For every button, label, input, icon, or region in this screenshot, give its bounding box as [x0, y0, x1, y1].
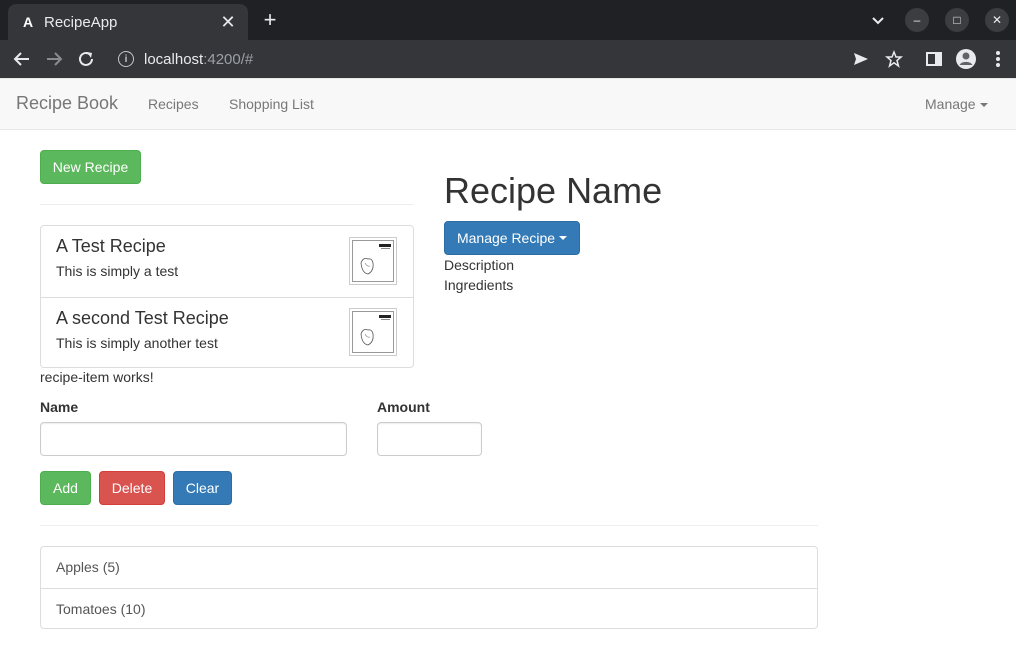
recipe-description: This is simply another test: [56, 335, 218, 351]
browser-toolbar: i localhost:4200/#: [0, 40, 1016, 78]
clear-button[interactable]: Clear: [173, 471, 232, 505]
recipe-image: [349, 237, 397, 285]
angular-favicon-icon: A: [22, 14, 34, 30]
send-icon[interactable]: [849, 47, 873, 71]
minimize-icon[interactable]: –: [905, 8, 929, 32]
nav-recipes[interactable]: Recipes: [148, 96, 199, 112]
add-button[interactable]: Add: [40, 471, 91, 505]
caret-down-icon: [979, 103, 988, 108]
shopping-list-item[interactable]: Tomatoes (10): [41, 588, 817, 629]
tab-search-icon[interactable]: [868, 10, 888, 30]
side-panel-icon[interactable]: [922, 47, 946, 71]
recipe-list: A Test Recipe This is simply a test A se…: [40, 225, 414, 368]
recipe-item-works-text: recipe-item works!: [40, 369, 154, 385]
name-input[interactable]: [40, 422, 347, 456]
brand-link[interactable]: Recipe Book: [16, 93, 118, 114]
address-bar[interactable]: i localhost:4200/#: [108, 44, 848, 74]
recipe-item[interactable]: A Test Recipe This is simply a test: [41, 226, 413, 296]
divider: [40, 204, 414, 205]
delete-button[interactable]: Delete: [99, 471, 165, 505]
site-info-icon[interactable]: i: [118, 51, 134, 67]
tab-title: RecipeApp: [44, 13, 118, 31]
recipe-item[interactable]: A second Test Recipe This is simply anot…: [41, 297, 413, 367]
url-text: localhost:4200/#: [144, 50, 254, 68]
manage-recipe-label: Manage Recipe: [456, 230, 556, 246]
shopping-list-item[interactable]: Apples (5): [41, 547, 817, 588]
new-recipe-button[interactable]: New Recipe: [40, 150, 141, 184]
manage-label: Manage: [925, 96, 976, 112]
more-menu-icon[interactable]: [986, 47, 1010, 71]
maximize-icon[interactable]: □: [945, 8, 969, 32]
name-label: Name: [40, 399, 79, 415]
recipe-detail-title: Recipe Name: [444, 170, 663, 211]
description-label: Description: [444, 257, 515, 273]
new-tab-icon[interactable]: +: [258, 8, 282, 32]
manage-recipe-button[interactable]: Manage Recipe: [444, 221, 580, 255]
amount-input[interactable]: [377, 422, 482, 456]
shopping-list: Apples (5) Tomatoes (10): [40, 546, 818, 629]
recipe-name: A second Test Recipe: [56, 308, 229, 328]
browser-tabbar: A RecipeApp ✕ + – □ ✕: [0, 0, 1016, 40]
browser-tab[interactable]: A RecipeApp ✕: [8, 4, 248, 40]
tab-close-icon[interactable]: ✕: [218, 12, 238, 33]
recipe-name: A Test Recipe: [56, 236, 166, 256]
recipe-image: [349, 308, 397, 356]
back-icon[interactable]: [10, 47, 34, 71]
amount-label: Amount: [377, 399, 430, 415]
reload-icon[interactable]: [74, 47, 98, 71]
forward-icon[interactable]: [42, 47, 66, 71]
bookmark-star-icon[interactable]: [882, 47, 906, 71]
nav-shopping-list[interactable]: Shopping List: [229, 96, 314, 112]
close-window-icon[interactable]: ✕: [985, 8, 1009, 32]
profile-avatar-icon[interactable]: [954, 47, 978, 71]
divider: [40, 525, 818, 526]
recipe-description: This is simply a test: [56, 263, 179, 279]
manage-dropdown[interactable]: Manage: [925, 96, 988, 112]
ingredients-label: Ingredients: [444, 277, 514, 293]
app-navbar: Recipe Book Recipes Shopping List Manage: [0, 78, 1016, 130]
caret-down-icon: [559, 236, 568, 240]
